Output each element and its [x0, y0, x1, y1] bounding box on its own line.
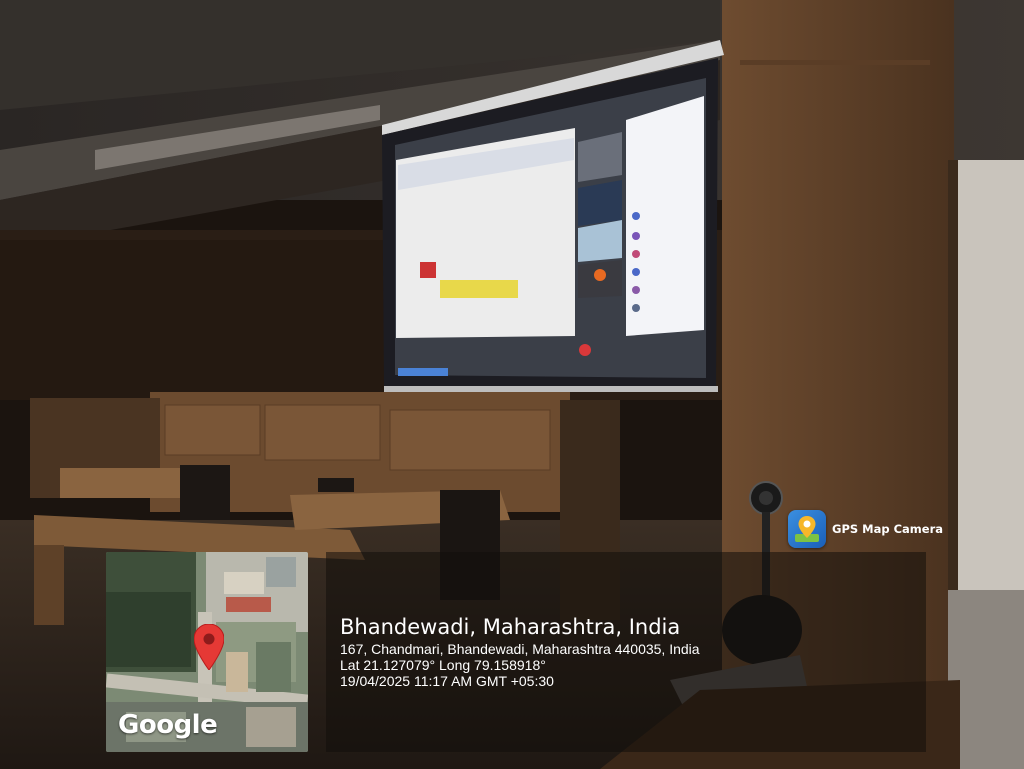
location-pin-icon [788, 510, 826, 548]
coordinates-line: Lat 21.127079° Long 79.158918° [340, 657, 546, 673]
app-name-label: GPS Map Camera [832, 522, 944, 536]
address-line: 167, Chandmari, Bhandewadi, Maharashtra … [340, 641, 700, 657]
place-title: Bhandewadi, Maharashtra, India [340, 615, 681, 639]
map-thumbnail: Google [106, 552, 308, 752]
datetime-line: 19/04/2025 11:17 AM GMT +05:30 [340, 673, 554, 689]
geotag-info: Bhandewadi, Maharashtra, India 167, Chan… [340, 613, 700, 689]
location-pin-icon [194, 624, 224, 670]
gps-map-camera-badge: GPS Map Camera [788, 509, 943, 549]
map-brand-label: Google [118, 710, 218, 740]
